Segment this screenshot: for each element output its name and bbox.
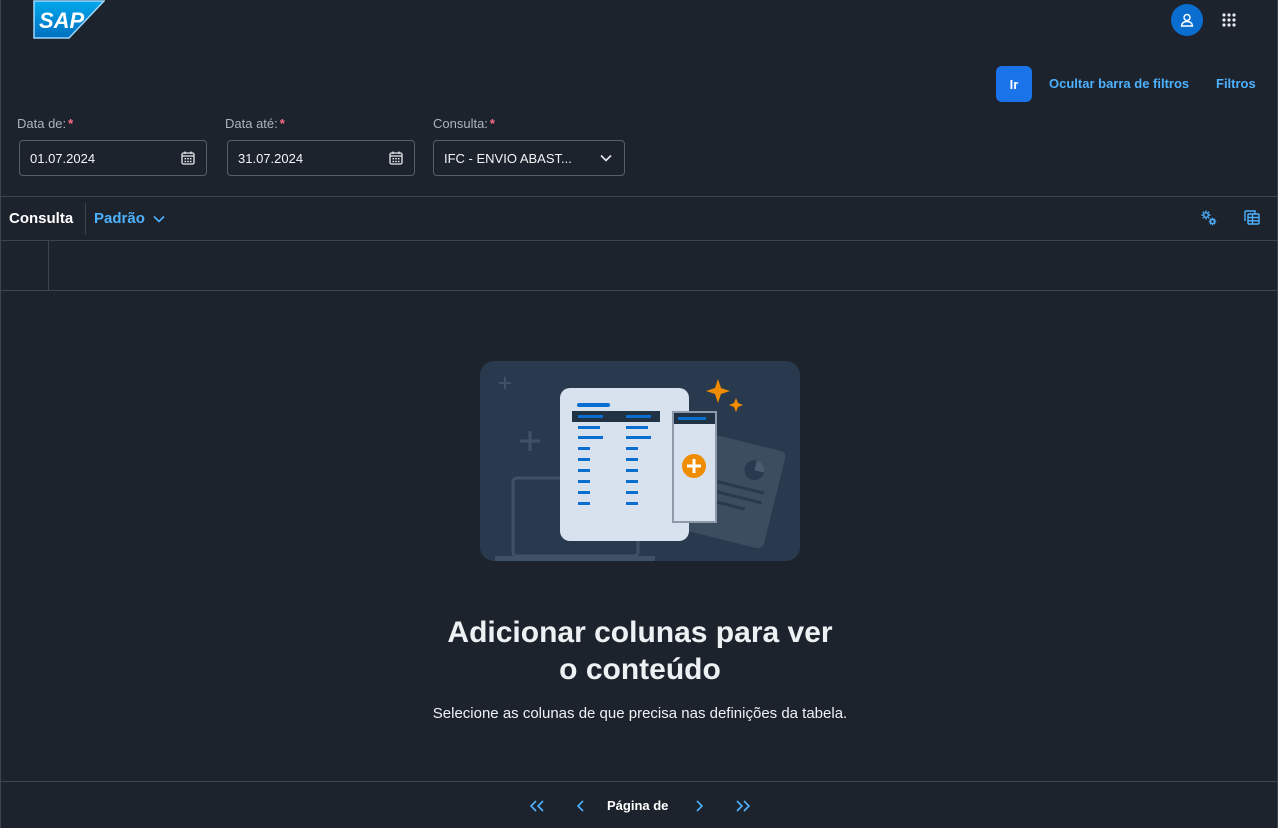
calendar-icon[interactable]	[180, 150, 196, 166]
filters-button[interactable]: Filtros	[1216, 76, 1256, 91]
empty-table-illustration	[480, 361, 800, 561]
row-selector-column-border	[48, 241, 49, 290]
variant-selector[interactable]: Padrão	[94, 210, 165, 227]
app-grid-icon	[1221, 12, 1237, 28]
calendar-icon[interactable]	[388, 150, 404, 166]
table-settings-button[interactable]	[1199, 208, 1219, 228]
logo-text: SAP	[39, 8, 85, 33]
sap-logo[interactable]: SAP	[33, 0, 106, 39]
required-marker: *	[489, 116, 495, 131]
user-avatar-button[interactable]	[1171, 4, 1203, 36]
previous-page-button[interactable]	[571, 797, 591, 815]
table-title: Consulta	[9, 210, 74, 227]
page-indicator: Página de	[607, 798, 669, 813]
date-from-label: Data de: *	[17, 116, 73, 131]
double-chevron-right-icon	[735, 800, 751, 812]
empty-state-title-line2: o conteúdo	[559, 653, 721, 686]
date-to-label: Data até: *	[225, 116, 285, 131]
query-label-text: Consulta:	[433, 116, 488, 131]
date-to-value: 31.07.2024	[238, 150, 304, 166]
person-icon	[1180, 13, 1194, 27]
required-marker: *	[68, 116, 74, 131]
first-page-button[interactable]	[527, 797, 547, 815]
chevron-left-icon	[576, 800, 586, 812]
double-chevron-left-icon	[529, 800, 545, 812]
query-value: IFC - ENVIO ABAST...	[444, 150, 572, 166]
date-from-label-text: Data de:	[17, 116, 67, 131]
variant-label: Padrão	[94, 210, 145, 227]
chevron-down-icon	[153, 215, 165, 223]
last-page-button[interactable]	[733, 797, 753, 815]
required-marker: *	[279, 116, 285, 131]
empty-state-title-line1: Adicionar colunas para ver	[447, 616, 833, 649]
toolbar-divider	[85, 203, 86, 235]
date-from-value: 01.07.2024	[30, 150, 96, 166]
go-button[interactable]: Ir	[996, 66, 1032, 102]
table-header-bottom-border	[1, 290, 1277, 291]
chevron-down-icon[interactable]	[598, 150, 614, 166]
query-label: Consulta: *	[433, 116, 495, 131]
paginator-top-border	[1, 781, 1277, 782]
next-page-button[interactable]	[689, 797, 709, 815]
date-to-label-text: Data até:	[225, 116, 278, 131]
table-header-top-border	[1, 240, 1277, 241]
app-grid-button[interactable]	[1217, 8, 1241, 32]
table-settings-icon	[1200, 209, 1218, 227]
query-select[interactable]: IFC - ENVIO ABAST...	[433, 140, 625, 176]
date-to-field[interactable]: 31.07.2024	[227, 140, 415, 176]
export-icon	[1243, 209, 1261, 227]
export-button[interactable]	[1242, 208, 1262, 228]
date-from-field[interactable]: 01.07.2024	[19, 140, 207, 176]
chevron-right-icon	[694, 800, 704, 812]
filter-bar-divider	[1, 196, 1277, 197]
empty-state-title: Adicionar colunas para ver o conteúdo	[389, 614, 891, 688]
hide-filter-bar-button[interactable]: Ocultar barra de filtros	[1049, 76, 1189, 91]
empty-state-subtitle: Selecione as colunas de que precisa nas …	[432, 705, 848, 722]
